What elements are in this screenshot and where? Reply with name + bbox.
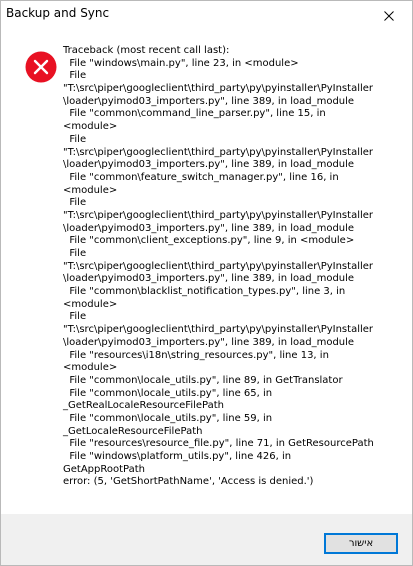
error-dialog: Backup and Sync Traceback (most recent c… bbox=[0, 0, 413, 566]
error-icon bbox=[25, 51, 57, 83]
message-line: GetAppRootPath bbox=[63, 463, 145, 475]
message-line: File "common\client_exceptions.py", line… bbox=[63, 235, 355, 247]
message-line: File "common\feature_switch_manager.py",… bbox=[63, 171, 339, 183]
message-line: File bbox=[63, 197, 87, 209]
message-line: File "common\blacklist_notification_type… bbox=[63, 286, 346, 298]
message-line: \loader\pyimod03_importers.py", line 389… bbox=[63, 95, 355, 107]
message-line: \loader\pyimod03_importers.py", line 389… bbox=[63, 273, 355, 285]
message-line: File bbox=[63, 311, 87, 323]
message-line: File "resources\i18n\string_resources.py… bbox=[63, 349, 329, 361]
message-line: File "windows\platform_utils.py", line 4… bbox=[63, 451, 292, 462]
window-title: Backup and Sync bbox=[6, 6, 110, 20]
message-line: "T:\src\piper\googleclient\third_party\p… bbox=[63, 324, 374, 336]
message-line: \loader\pyimod03_importers.py", line 389… bbox=[63, 336, 355, 348]
message-line: File "common\locale_utils.py", line 65, … bbox=[63, 387, 273, 399]
message-line: error: (5, 'GetShortPathName', 'Access i… bbox=[63, 476, 314, 488]
error-message: Traceback (most recent call last): File … bbox=[63, 45, 403, 489]
message-line: "T:\src\piper\googleclient\third_party\p… bbox=[63, 209, 374, 221]
message-line: _GetLocaleResourceFilePath bbox=[63, 425, 203, 437]
message-line: File "common\command_line_parser.py", li… bbox=[63, 108, 326, 120]
message-line: File bbox=[63, 133, 87, 145]
dialog-content: Traceback (most recent call last): File … bbox=[1, 31, 412, 514]
message-line: <module> bbox=[63, 298, 118, 310]
message-line: File "resources\resource_file.py", line … bbox=[63, 438, 374, 450]
close-icon bbox=[384, 11, 394, 21]
ok-button[interactable]: אישור bbox=[324, 533, 398, 554]
message-line: "T:\src\piper\googleclient\third_party\p… bbox=[63, 260, 374, 272]
message-line: \loader\pyimod03_importers.py", line 389… bbox=[63, 159, 355, 171]
close-button[interactable] bbox=[366, 1, 412, 31]
message-line: File bbox=[63, 248, 87, 259]
message-line: File "common\locale_utils.py", line 59, … bbox=[63, 412, 273, 424]
message-line: File "windows\main.py", line 23, in <mod… bbox=[63, 57, 299, 69]
message-line: <module> bbox=[63, 362, 118, 374]
message-line: File "common\locale_utils.py", line 89, … bbox=[63, 374, 343, 386]
message-line: <module> bbox=[63, 184, 118, 196]
message-line: "T:\src\piper\googleclient\third_party\p… bbox=[63, 83, 374, 95]
message-line: "T:\src\piper\googleclient\third_party\p… bbox=[63, 146, 374, 158]
message-line: Traceback (most recent call last): bbox=[63, 45, 230, 56]
message-line: _GetRealLocaleResourceFilePath bbox=[63, 400, 225, 412]
title-bar[interactable]: Backup and Sync bbox=[1, 1, 412, 31]
message-line: \loader\pyimod03_importers.py", line 389… bbox=[63, 222, 355, 234]
button-bar: אישור bbox=[1, 514, 412, 565]
message-line: <module> bbox=[63, 121, 118, 133]
message-line: File bbox=[63, 70, 87, 82]
